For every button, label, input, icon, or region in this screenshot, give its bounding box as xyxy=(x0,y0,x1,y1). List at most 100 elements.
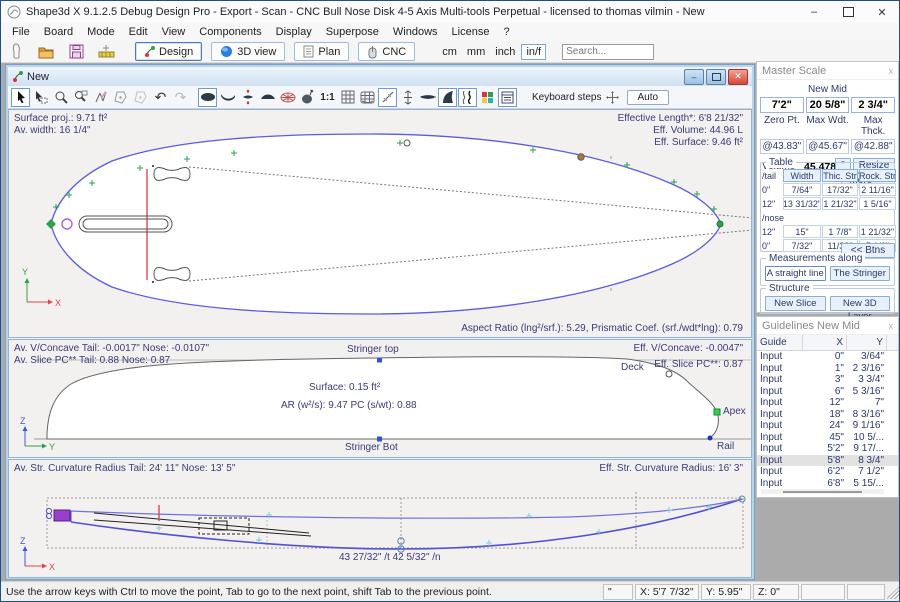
guide-column-header[interactable]: Guide xyxy=(757,335,803,350)
select-area-tool-icon[interactable] xyxy=(31,88,50,107)
grid-icon[interactable] xyxy=(338,88,357,107)
new-board-icon[interactable] xyxy=(7,43,25,61)
auto-steps-button[interactable]: Auto xyxy=(627,90,670,105)
new-3d-layer-button[interactable]: New 3D Layer xyxy=(830,296,891,311)
plan-button[interactable]: Plan xyxy=(294,42,349,61)
guideline-row[interactable]: Input5'2"9 17/... xyxy=(757,443,898,455)
thickness-field[interactable]: 2 3/4" xyxy=(851,97,895,113)
menu-item-file[interactable]: File xyxy=(5,25,37,39)
maximize-button[interactable] xyxy=(831,1,865,23)
curvature-tool-icon[interactable] xyxy=(458,88,477,107)
zoom-area-tool-icon[interactable] xyxy=(71,88,90,107)
guideline-row[interactable]: Input24"9 1/16" xyxy=(757,420,898,432)
slice-panel[interactable]: Z Y Av. V/Concave Tail: -0.0017" Nose: -… xyxy=(8,339,752,458)
3d-view-button[interactable]: 3D view xyxy=(211,42,285,61)
column-header-2[interactable]: Rock. Str xyxy=(859,169,896,182)
guideline-row[interactable]: Input12"7" xyxy=(757,397,898,409)
menu-item-board[interactable]: Board xyxy=(37,25,80,39)
guideline-row[interactable]: Input1"2 3/16" xyxy=(757,363,898,375)
select-tool-icon[interactable] xyxy=(11,88,30,107)
rocker-cell[interactable]: 1 5/16" xyxy=(859,197,896,210)
y-column-header[interactable]: Y xyxy=(847,335,887,350)
design-button[interactable]: Design xyxy=(135,42,202,61)
rocker-panel[interactable]: Z X Av. Str. Curvature Radius Tail: 24' … xyxy=(8,459,752,578)
width-cell[interactable]: 7/32" xyxy=(783,239,821,252)
stringer-button[interactable]: The Stringer xyxy=(830,266,891,281)
guideline-row[interactable]: Input6'8"5 15/... xyxy=(757,478,898,490)
measure-vertical-icon[interactable] xyxy=(398,88,417,107)
guideline-row[interactable]: Input6"5 3/16" xyxy=(757,386,898,398)
close-button[interactable]: ✕ xyxy=(865,1,899,23)
redo-icon[interactable]: ↷ xyxy=(171,88,190,107)
width-cell[interactable]: 7/64" xyxy=(783,183,821,196)
length-field[interactable]: 7'2" xyxy=(760,97,804,113)
width-field[interactable]: 20 5/8" xyxy=(806,97,850,113)
menu-item-view[interactable]: View xyxy=(155,25,193,39)
measure-diagonal-icon[interactable] xyxy=(378,88,397,107)
minimize-button[interactable]: – xyxy=(797,1,831,23)
scrollbar-thumb[interactable] xyxy=(783,491,862,493)
save-icon[interactable] xyxy=(67,43,85,61)
doc-restore-button[interactable] xyxy=(706,69,726,85)
column-header-0[interactable]: Width xyxy=(783,169,821,182)
doc-close-button[interactable]: ✕ xyxy=(728,69,748,85)
guidelines-title-bar[interactable]: Guidelines New Mid x xyxy=(757,317,898,335)
rocker-view-icon[interactable] xyxy=(218,88,237,107)
guideline-row[interactable]: Input18"8 3/16" xyxy=(757,409,898,421)
move-steps-icon[interactable] xyxy=(606,91,619,104)
resize-grip[interactable] xyxy=(887,585,899,599)
straight-line-button[interactable]: A straight line xyxy=(765,266,826,281)
grid-board-icon[interactable] xyxy=(358,88,377,107)
guideline-row[interactable]: Input6'2"7 1/2" xyxy=(757,466,898,478)
properties-panel-icon[interactable] xyxy=(498,88,517,107)
copy-curve-icon[interactable] xyxy=(111,88,130,107)
paste-curve-icon[interactable] xyxy=(131,88,150,107)
undo-icon[interactable]: ↶ xyxy=(151,88,170,107)
menu-item-superpose[interactable]: Superpose xyxy=(319,25,386,39)
column-header-1[interactable]: Thic. Str xyxy=(822,169,858,182)
unit-option-cm[interactable]: cm xyxy=(438,45,461,59)
profile-measure-icon[interactable] xyxy=(418,88,437,107)
cnc-button[interactable]: CNC xyxy=(358,42,415,61)
slice-view-icon[interactable] xyxy=(278,88,297,107)
doc-minimize-button[interactable]: – xyxy=(684,69,704,85)
menu-item-display[interactable]: Display xyxy=(269,25,319,39)
scale-1to1-label[interactable]: 1:1 xyxy=(318,88,337,107)
width-cell[interactable]: 15" xyxy=(783,225,821,238)
dimension-tool-icon[interactable] xyxy=(97,43,115,61)
rocker-cell[interactable]: 1 21/32" xyxy=(859,225,896,238)
unit-option-mm[interactable]: mm xyxy=(463,45,489,59)
master-scale-title-bar[interactable]: Master Scale x xyxy=(757,62,898,80)
3d-board-icon[interactable] xyxy=(298,88,317,107)
guideline-row[interactable]: Input0"3/64" xyxy=(757,351,898,363)
search-input[interactable] xyxy=(562,44,654,60)
open-folder-icon[interactable] xyxy=(37,43,55,61)
outline-panel[interactable]: Y X Surface proj.: 9.71 ft² Av. width: 1… xyxy=(8,109,752,338)
unit-option-in-f[interactable]: in/f xyxy=(521,44,546,60)
x-column-header[interactable]: X xyxy=(803,335,847,350)
menu-item-edit[interactable]: Edit xyxy=(122,25,155,39)
new-slice-button[interactable]: New Slice xyxy=(765,296,826,311)
thickness-cell[interactable]: 17/32" xyxy=(822,183,858,196)
edit-points-tool-icon[interactable] xyxy=(91,88,110,107)
rocker-cell[interactable]: 2 11/16" xyxy=(859,183,896,196)
zoom-tool-icon[interactable] xyxy=(51,88,70,107)
master-scale-close-icon[interactable]: x xyxy=(889,66,894,76)
guidelines-close-icon[interactable]: x xyxy=(889,321,894,331)
menu-item-windows[interactable]: Windows xyxy=(386,25,445,39)
width-cell[interactable]: 13 31/32" xyxy=(783,197,821,210)
menu-item-components[interactable]: Components xyxy=(192,25,268,39)
thickness-cell[interactable]: 1 7/8" xyxy=(822,225,858,238)
deck-view-icon[interactable] xyxy=(258,88,277,107)
guidelines-hscrollbar[interactable] xyxy=(761,489,884,494)
menu-item-help[interactable]: ? xyxy=(496,25,516,39)
thickness-cell[interactable]: 1 21/32" xyxy=(822,197,858,210)
guideline-row[interactable]: Input45"10 5/... xyxy=(757,432,898,444)
guideline-row[interactable]: Input5'8"8 3/4" xyxy=(757,455,898,467)
fin-tool-icon[interactable] xyxy=(438,88,457,107)
menu-item-license[interactable]: License xyxy=(445,25,497,39)
color-layers-icon[interactable] xyxy=(478,88,497,107)
outline-view-icon[interactable] xyxy=(198,88,217,107)
menu-item-mode[interactable]: Mode xyxy=(80,25,122,39)
thickness-view-icon[interactable] xyxy=(238,88,257,107)
